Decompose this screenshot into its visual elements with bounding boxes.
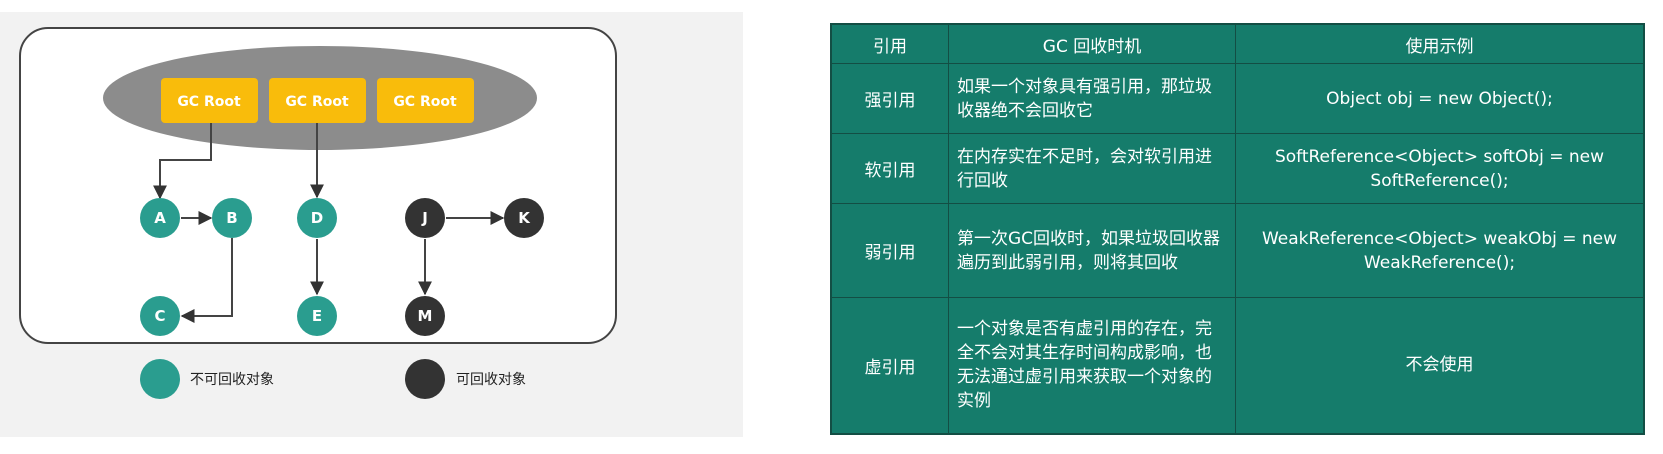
header-reference-type: 引用	[830, 23, 949, 64]
cell-type: 虚引用	[830, 297, 949, 434]
gc-root-1-label: GC Root	[177, 94, 241, 110]
node-a: A	[140, 198, 180, 238]
node-c: C	[140, 296, 180, 336]
cell-type: 弱引用	[830, 203, 949, 298]
node-m-label: M	[418, 307, 433, 325]
node-e: E	[297, 296, 337, 336]
node-j: J	[405, 198, 445, 238]
table-row-strong: 强引用 如果一个对象具有强引用，那垃圾收器绝不会回收它 Object obj =…	[830, 63, 1645, 134]
node-e-label: E	[312, 307, 322, 325]
node-k: K	[504, 198, 544, 238]
table-row-weak: 弱引用 第一次GC回收时，如果垃圾回收器遍历到此弱引用，则将其回收 WeakRe…	[830, 203, 1645, 298]
node-m: M	[405, 296, 445, 336]
node-a-label: A	[154, 209, 166, 227]
cell-example: SoftReference<Object> softObj = new Soft…	[1235, 133, 1645, 204]
header-gc-timing: GC 回收时机	[948, 23, 1236, 64]
gc-reachability-diagram: GC Root GC Root GC Root A B C D E J K M …	[0, 12, 743, 437]
node-k-label: K	[518, 209, 531, 227]
cell-timing: 一个对象是否有虚引用的存在，完全不会对其生存时间构成影响，也无法通过虚引用来获取…	[948, 297, 1236, 434]
cell-example: Object obj = new Object();	[1235, 63, 1645, 134]
cell-timing: 第一次GC回收时，如果垃圾回收器遍历到此弱引用，则将其回收	[948, 203, 1236, 298]
legend-reachable-swatch	[140, 359, 180, 399]
legend-reachable-label: 不可回收对象	[190, 372, 274, 388]
cell-example: 不会使用	[1235, 297, 1645, 434]
header-usage-example: 使用示例	[1235, 23, 1645, 64]
cell-timing: 在内存实在不足时，会对软引用进行回收	[948, 133, 1236, 204]
cell-example: WeakReference<Object> weakObj = new Weak…	[1235, 203, 1645, 298]
gc-root-2: GC Root	[269, 78, 366, 123]
node-d: D	[297, 198, 337, 238]
gc-root-1: GC Root	[161, 78, 258, 123]
node-b: B	[212, 198, 252, 238]
gc-root-2-label: GC Root	[285, 94, 349, 110]
diagram-canvas: GC Root GC Root GC Root A B C D E J K M …	[19, 27, 617, 399]
node-d-label: D	[311, 209, 323, 227]
legend-unreachable: 可回收对象	[405, 359, 526, 399]
table-row-soft: 软引用 在内存实在不足时，会对软引用进行回收 SoftReference<Obj…	[830, 133, 1645, 204]
gc-root-3-label: GC Root	[393, 94, 457, 110]
gc-root-3: GC Root	[377, 78, 474, 123]
node-b-label: B	[226, 209, 237, 227]
node-j-label: J	[421, 209, 428, 227]
table-header-row: 引用 GC 回收时机 使用示例	[830, 23, 1645, 64]
legend-unreachable-swatch	[405, 359, 445, 399]
cell-type: 强引用	[830, 63, 949, 134]
cell-timing: 如果一个对象具有强引用，那垃圾收器绝不会回收它	[948, 63, 1236, 134]
reference-types-table: 引用 GC 回收时机 使用示例 强引用 如果一个对象具有强引用，那垃圾收器绝不会…	[830, 23, 1645, 435]
reference-types-table-container: 引用 GC 回收时机 使用示例 强引用 如果一个对象具有强引用，那垃圾收器绝不会…	[830, 23, 1645, 435]
node-c-label: C	[154, 307, 165, 325]
legend-reachable: 不可回收对象	[140, 359, 274, 399]
cell-type: 软引用	[830, 133, 949, 204]
legend-unreachable-label: 可回收对象	[456, 372, 526, 388]
table-row-phantom: 虚引用 一个对象是否有虚引用的存在，完全不会对其生存时间构成影响，也无法通过虚引…	[830, 297, 1645, 434]
